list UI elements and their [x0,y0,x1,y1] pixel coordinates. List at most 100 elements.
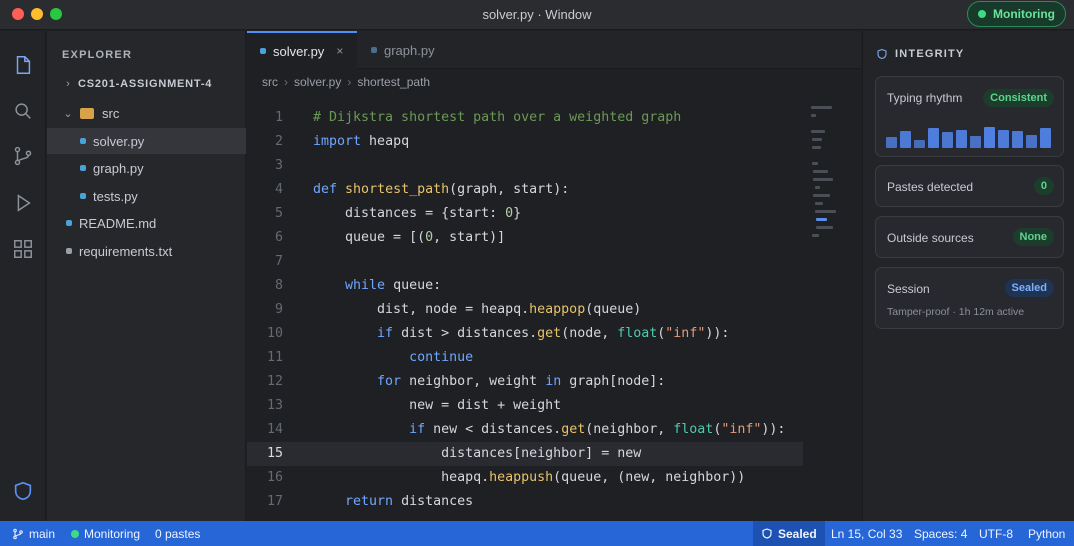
cursor-position-label: Ln 15, Col 33 [831,526,903,541]
files-icon[interactable] [11,53,35,77]
status-badge: Consistent [983,89,1054,107]
encoding-setting[interactable]: UTF-8 [979,521,1013,546]
python-file-icon [260,48,266,54]
code-token: if [377,326,394,341]
card-label: Session [887,282,930,296]
tab-label: graph.py [384,42,435,58]
code-line[interactable]: 17 return distances [247,490,803,514]
rhythm-bar [998,130,1009,148]
code-line[interactable]: 8 while queue: [247,274,803,298]
file-label: tests.py [93,188,138,204]
code-token: queue: [385,278,442,293]
code-token: )): [705,326,730,341]
language-mode[interactable]: Python [1028,521,1065,546]
code-line[interactable]: 16 heapq.heappush(queue, (new, neighbor)… [247,466,803,490]
rhythm-bar [1012,131,1023,148]
breadcrumb-item[interactable]: src [262,75,278,89]
code-token: distances = {start: [313,206,506,221]
code-editor[interactable]: 1 # Dijkstra shortest path over a weighte… [247,100,861,520]
code-text: # Dijkstra shortest path over a weighted… [313,106,681,130]
project-root[interactable]: › CS201-ASSIGNMENT-4 [47,71,246,97]
code-line[interactable]: 2 import heapq [247,130,803,154]
code-token: distances[neighbor] = new [313,446,642,461]
sealed-indicator[interactable]: Sealed [753,521,825,546]
line-number: 9 [274,302,283,317]
monitoring-pill[interactable]: Monitoring [967,1,1066,27]
breadcrumb: src › solver.py › shortest_path [262,75,430,89]
file-item-readme[interactable]: README.md [47,210,246,236]
project-name: CS201-ASSIGNMENT-4 [78,78,213,90]
code-token: queue = [( [313,230,426,245]
minimap[interactable] [811,106,841,266]
line-number: 3 [274,158,283,173]
editor-tabs: solver.py × graph.py [247,31,861,69]
code-line[interactable]: 14 if new < distances.get(neighbor, floa… [247,418,803,442]
monitoring-label: Monitoring [993,7,1055,21]
rhythm-bar [942,132,953,148]
breadcrumb-item[interactable]: solver.py [294,75,341,89]
search-icon[interactable] [11,99,35,123]
code-line[interactable]: 12 for neighbor, weight in graph[node]: [247,370,803,394]
code-line[interactable]: 10 if dist > distances.get(node, float("… [247,322,803,346]
python-file-icon [80,165,86,171]
source-control-icon[interactable] [11,144,35,168]
code-line[interactable]: 4 def shortest_path(graph, start): [247,178,803,202]
rhythm-bar [1040,128,1051,148]
cursor-position[interactable]: Ln 15, Col 33 [831,521,902,546]
close-icon[interactable]: × [336,44,343,58]
monitoring-indicator[interactable]: Monitoring [71,521,140,546]
shield-icon[interactable] [11,479,35,503]
status-bar: main Monitoring 0 pastes Sealed Ln 15, C… [0,521,1074,546]
title-bar: solver.py · Window Monitoring [0,0,1074,30]
code-line[interactable]: 1 # Dijkstra shortest path over a weighte… [247,106,803,130]
language-label: Python [1028,526,1066,541]
file-item-solver[interactable]: solver.py [47,128,246,154]
code-token: dist, node = heapq. [313,302,530,317]
minimap-line [815,218,828,221]
file-item-tests[interactable]: tests.py [47,183,246,209]
code-line[interactable]: 7 [247,250,803,274]
code-line[interactable]: 6 queue = [(0, start)] [247,226,803,250]
rhythm-bar [1026,135,1037,148]
code-token: if [409,422,426,437]
code-line[interactable]: 3 [247,154,803,178]
file-item-requirements[interactable]: requirements.txt [47,238,246,264]
file-label: requirements.txt [79,243,173,259]
code-line[interactable]: 5 distances = {start: 0} [247,202,803,226]
code-line[interactable]: 15 distances[neighbor] = new [247,442,803,466]
breadcrumb-item[interactable]: shortest_path [357,75,430,89]
code-token: distances [393,494,474,509]
file-item-graph[interactable]: graph.py [47,155,246,181]
line-number: 5 [274,206,283,221]
run-icon[interactable] [11,191,35,215]
integrity-title: INTEGRITY [895,48,965,60]
code-token: get [537,326,562,341]
line-number: 4 [274,182,283,197]
integrity-header: INTEGRITY [876,47,964,61]
code-token: 0 [425,230,434,245]
chevron-down-icon: ⌄ [63,107,73,120]
line-number: 6 [274,230,283,245]
card-label: Pastes detected [887,180,974,194]
monitoring-dot-icon [71,529,79,538]
code-line[interactable]: 9 dist, node = heapq.heappop(queue) [247,298,803,322]
branch-indicator[interactable]: main [12,521,55,546]
pastes-indicator[interactable]: 0 pastes [155,521,200,546]
code-line[interactable]: 11 continue [247,346,803,370]
minimap-line [814,186,820,189]
folder-src[interactable]: ⌄ src [47,100,246,126]
code-token: , start)] [433,230,506,245]
code-text: import heapq [313,130,409,154]
tab-solver[interactable]: solver.py × [247,31,357,69]
code-line[interactable]: 13 new = dist + weight [247,394,803,418]
tab-graph[interactable]: graph.py [357,31,457,69]
code-text: distances = {start: 0} [313,202,521,226]
markdown-file-icon [66,220,72,226]
indentation-setting[interactable]: Spaces: 4 [914,521,967,546]
breadcrumb-separator-icon: › [284,75,288,89]
extensions-icon[interactable] [11,237,35,261]
